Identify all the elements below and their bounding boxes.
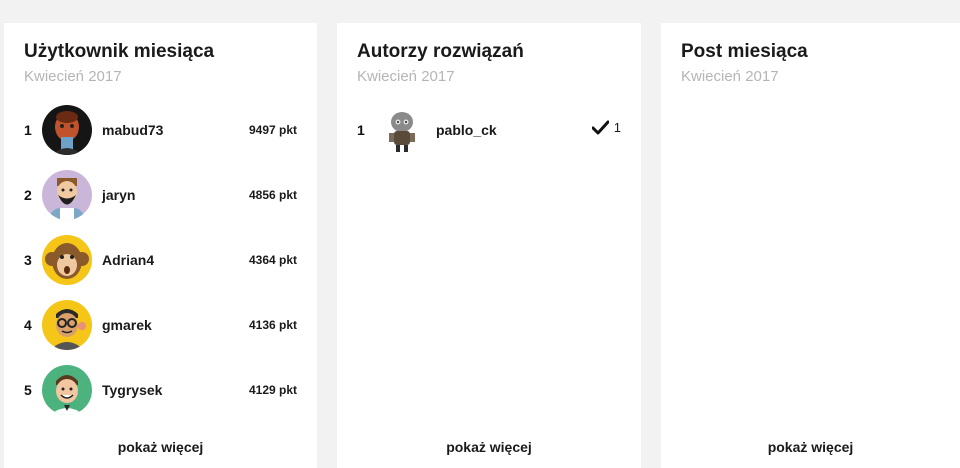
dark-portrait-icon[interactable]: [42, 105, 92, 155]
username-link[interactable]: gmarek: [102, 317, 152, 333]
rank-number: 2: [24, 187, 32, 203]
post-of-month-card: Post miesiąca Kwiecień 2017 pokaż więcej: [661, 23, 960, 468]
user-row[interactable]: 1 mabud73 9497 pkt: [4, 104, 317, 156]
rank-number: 4: [24, 317, 32, 333]
rank-number: 1: [357, 122, 365, 138]
post-of-month-period: Kwiecień 2017: [681, 68, 779, 85]
username-link[interactable]: Tygrysek: [102, 382, 162, 398]
points-value: 4129 pkt: [248, 383, 297, 397]
rank-number: 3: [24, 252, 32, 268]
points-value: 4856 pkt: [248, 188, 297, 202]
show-more-posts-link[interactable]: pokaż więcej: [661, 439, 960, 455]
user-row[interactable]: 4 gmarek 4136 pkt: [4, 299, 317, 351]
show-more-users-link[interactable]: pokaż więcej: [4, 439, 317, 455]
smiling-man-icon[interactable]: [42, 365, 92, 415]
user-of-month-card: Użytkownik miesiąca Kwiecień 2017 1 mabu…: [4, 23, 317, 468]
solution-authors-period: Kwiecień 2017: [357, 68, 455, 85]
points-value: 4136 pkt: [248, 318, 297, 332]
points-value: 4364 pkt: [248, 253, 297, 267]
glasses-man-icon[interactable]: [42, 300, 92, 350]
user-row[interactable]: 5 Tygrysek 4129 pkt: [4, 364, 317, 416]
solutions-count: 1: [591, 120, 621, 135]
monkey-icon[interactable]: [42, 235, 92, 285]
user-of-month-title: Użytkownik miesiąca: [24, 41, 215, 62]
checkmark-icon: [591, 120, 609, 135]
rank-number: 5: [24, 382, 32, 398]
solutions-number: 1: [613, 120, 621, 135]
username-link[interactable]: mabud73: [102, 122, 163, 138]
username-link[interactable]: jaryn: [102, 187, 135, 203]
show-more-label[interactable]: pokaż więcej: [118, 439, 204, 455]
show-more-authors-link[interactable]: pokaż więcej: [337, 439, 641, 455]
user-row[interactable]: 3 Adrian4 4364 pkt: [4, 234, 317, 286]
points-value: 9497 pkt: [248, 123, 297, 137]
post-of-month-title: Post miesiąca: [681, 41, 808, 62]
show-more-label[interactable]: pokaż więcej: [768, 439, 854, 455]
show-more-label[interactable]: pokaż więcej: [446, 439, 532, 455]
username-link[interactable]: pablo_ck: [436, 122, 497, 138]
rank-number: 1: [24, 122, 32, 138]
robot-figure-icon[interactable]: [377, 105, 427, 155]
bearded-man-icon[interactable]: [42, 170, 92, 220]
username-link[interactable]: Adrian4: [102, 252, 154, 268]
author-row[interactable]: 1 pablo_ck 1: [337, 104, 641, 156]
solution-authors-card: Autorzy rozwiązań Kwiecień 2017 1 pablo_…: [337, 23, 641, 468]
solution-authors-title: Autorzy rozwiązań: [357, 41, 524, 62]
user-row[interactable]: 2 jaryn 4856 pkt: [4, 169, 317, 221]
user-of-month-period: Kwiecień 2017: [24, 68, 122, 85]
